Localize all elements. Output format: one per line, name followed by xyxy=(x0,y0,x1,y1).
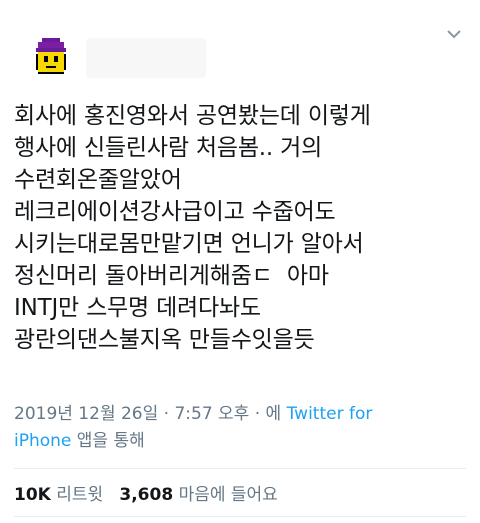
tweet-line: 수련회온줄알았어 xyxy=(14,167,182,193)
likes-stat[interactable]: 3,608 마음에 들어요 xyxy=(119,485,277,505)
source-link[interactable]: Twitter for xyxy=(287,404,373,424)
tweet-line: 정신머리 돌아버리게해줌ㄷ 아마 xyxy=(14,263,329,289)
retweets-count: 10K xyxy=(14,485,51,505)
tweet-line: 레크리에이션강사급이고 수줍어도 xyxy=(14,199,336,225)
tweet-line: INTJ만 스무명 데려다놔도 xyxy=(14,295,261,321)
tweet-line: 광란의댄스불지옥 만들수잇을듯 xyxy=(14,327,315,353)
divider xyxy=(14,516,466,517)
likes-count: 3,608 xyxy=(119,485,174,505)
source-suffix: 앱을 통해 xyxy=(71,431,145,451)
tweet-line: 행사에 신들린사람 처음봄.. 거의 xyxy=(14,135,323,161)
source-link[interactable]: iPhone xyxy=(14,431,71,451)
tweet-text: 회사에 홍진영와서 공연봤는데 이렇게 행사에 신들린사람 처음봄.. 거의 수… xyxy=(14,100,470,356)
tweet-line: 회사에 홍진영와서 공연봤는데 이렇게 xyxy=(14,103,371,129)
tweet-meta: 2019년 12월 26일 · 7:57 오후 · 에 Twitter for … xyxy=(14,401,470,455)
retweets-label: 리트윗 xyxy=(56,485,104,505)
tweet-datetime[interactable]: 2019년 12월 26일 · 7:57 오후 · 에 xyxy=(14,404,287,424)
author-name-placeholder[interactable] xyxy=(86,38,206,78)
avatar[interactable] xyxy=(28,36,74,82)
chevron-down-icon[interactable] xyxy=(442,22,466,46)
tweet-line: 시키는대로몸만맡기면 언니가 알아서 xyxy=(14,231,364,257)
retweets-stat[interactable]: 10K 리트윗 xyxy=(14,485,103,505)
likes-label: 마음에 들어요 xyxy=(178,485,278,505)
divider xyxy=(14,468,466,469)
tweet-stats: 10K 리트윗 3,608 마음에 들어요 xyxy=(14,484,278,506)
tweet-header xyxy=(0,0,480,95)
